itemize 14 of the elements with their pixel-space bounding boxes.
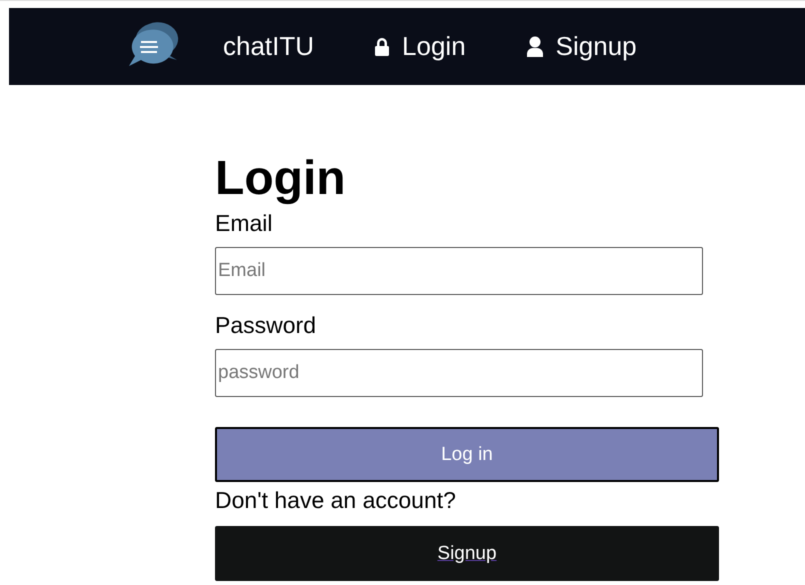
nav-link[interactable]: Signup (526, 31, 637, 62)
signup-button[interactable]: Signup (215, 526, 719, 581)
input-field[interactable]: Email (215, 247, 703, 295)
signup-prompt: Don't have an account? (215, 486, 456, 515)
brand-link[interactable]: chatITU (223, 31, 314, 62)
login-button[interactable]: Log in (215, 427, 719, 482)
chat-bubbles-icon[interactable] (127, 20, 179, 68)
field-label: Email (215, 209, 273, 237)
input-field[interactable]: password (215, 349, 703, 397)
user-icon (526, 36, 544, 58)
page-title: Login (215, 151, 347, 207)
nav-link[interactable]: Login (374, 31, 466, 62)
field-label: Password (215, 311, 316, 339)
lock-icon (374, 36, 390, 56)
